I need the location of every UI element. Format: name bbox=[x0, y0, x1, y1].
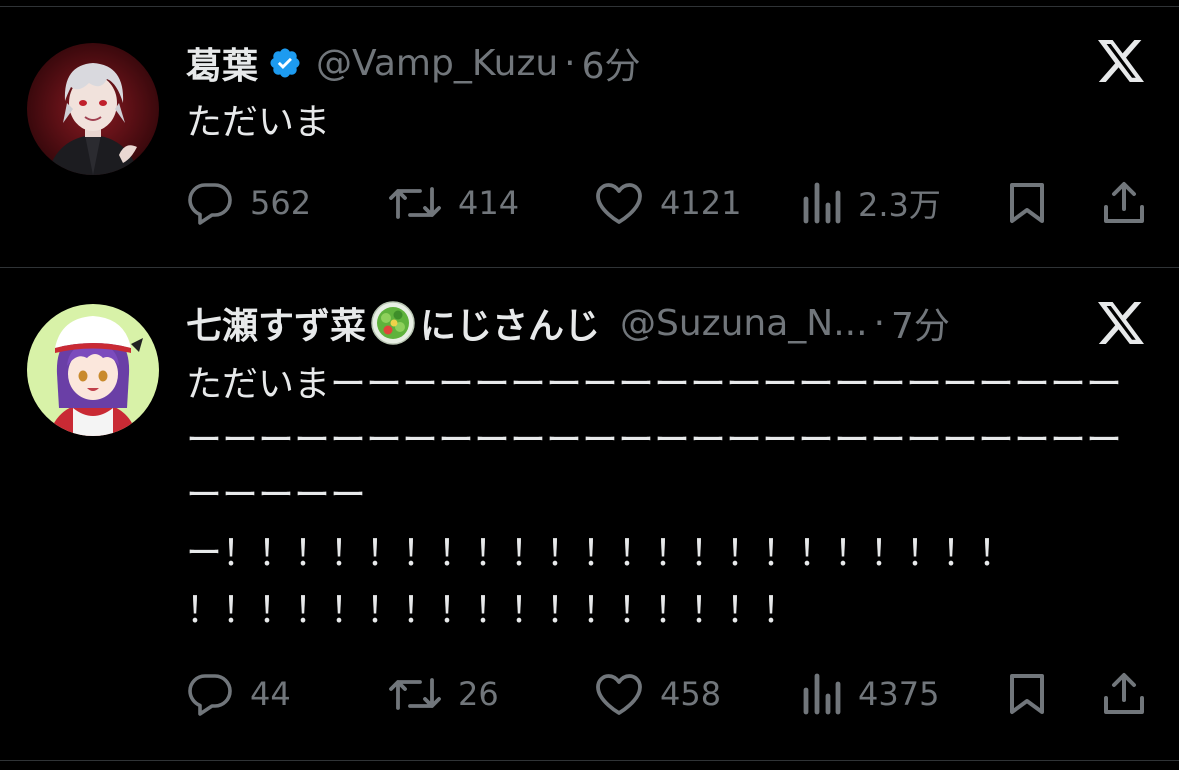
timestamp[interactable]: 7分 bbox=[891, 297, 950, 349]
handle[interactable]: @Suzuna_N... bbox=[620, 303, 868, 344]
action-bar: 562 414 4121 2.3万 bbox=[0, 179, 1179, 227]
share-upload-icon bbox=[1102, 672, 1146, 716]
retweet-count: 26 bbox=[458, 675, 499, 713]
tweet-text-line: ただいまーーーーーーーーーーーーーーーーーーーーーー bbox=[186, 364, 1123, 405]
retweet-button[interactable]: 26 bbox=[388, 670, 499, 718]
salad-bowl-icon bbox=[370, 300, 416, 346]
like-count: 4121 bbox=[660, 184, 742, 222]
reply-count: 562 bbox=[250, 184, 312, 222]
views-count: 2.3万 bbox=[858, 186, 941, 224]
tweet-text-line: ！！！！！！！！！！！！！！！！！ bbox=[186, 590, 799, 631]
avatar-suzuna[interactable] bbox=[27, 304, 159, 436]
display-name[interactable]: 葛葉 bbox=[186, 37, 258, 89]
reply-button[interactable]: 44 bbox=[186, 670, 291, 718]
tweet-text-line: ーーーーー bbox=[186, 475, 367, 516]
views-button[interactable]: 2.3万 bbox=[802, 179, 941, 227]
like-button[interactable]: 458 bbox=[594, 670, 721, 718]
verified-badge-icon bbox=[268, 46, 302, 80]
tweet-suzuna[interactable]: 七瀬すず菜 にじさんじ @Suzuna_N... · 7分 ただいまーーーーーー… bbox=[0, 268, 1179, 758]
share-button[interactable] bbox=[1102, 179, 1146, 227]
x-logo-icon bbox=[1098, 302, 1146, 348]
reply-bubble-icon bbox=[186, 672, 234, 716]
x-logo-icon bbox=[1098, 40, 1146, 86]
timestamp[interactable]: 6分 bbox=[582, 37, 641, 89]
retweet-button[interactable]: 414 bbox=[388, 179, 519, 227]
separator-dot: · bbox=[564, 42, 576, 84]
retweet-icon bbox=[388, 672, 442, 716]
tweet-text: ただいま bbox=[186, 102, 331, 143]
display-name[interactable]: 七瀬すず菜 bbox=[186, 297, 366, 349]
separator-dot: · bbox=[873, 302, 886, 344]
tweet-text-line: ー！！！！！！！！！！！！！！！！！！！！！！ bbox=[186, 533, 1015, 574]
tweet-header: 葛葉 @Vamp_Kuzu · 6分 bbox=[186, 38, 641, 88]
handle[interactable]: @Vamp_Kuzu bbox=[316, 43, 558, 84]
heart-icon bbox=[594, 672, 644, 716]
bookmark-icon bbox=[1008, 181, 1046, 225]
heart-icon bbox=[594, 181, 644, 225]
share-upload-icon bbox=[1102, 181, 1146, 225]
avatar-kuzuha[interactable] bbox=[27, 43, 159, 175]
bookmark-button[interactable] bbox=[1008, 179, 1046, 227]
reply-count: 44 bbox=[250, 675, 291, 713]
bar-chart-icon bbox=[802, 672, 842, 716]
share-button[interactable] bbox=[1102, 670, 1146, 718]
retweet-icon bbox=[388, 181, 442, 225]
views-count: 4375 bbox=[858, 675, 940, 713]
bar-chart-icon bbox=[802, 181, 842, 225]
bookmark-button[interactable] bbox=[1008, 670, 1046, 718]
bottom-divider bbox=[0, 760, 1179, 761]
like-button[interactable]: 4121 bbox=[594, 179, 741, 227]
reply-bubble-icon bbox=[186, 181, 234, 225]
tweet-header: 七瀬すず菜 にじさんじ @Suzuna_N... · 7分 bbox=[186, 298, 950, 348]
display-name-suffix[interactable]: にじさんじ bbox=[420, 297, 600, 349]
action-bar: 44 26 458 4375 bbox=[0, 670, 1179, 718]
like-count: 458 bbox=[660, 675, 722, 713]
tweet-kuzuha[interactable]: 葛葉 @Vamp_Kuzu · 6分 ただいま 562 414 4121 2.3… bbox=[0, 0, 1179, 268]
retweet-count: 414 bbox=[458, 184, 520, 222]
reply-button[interactable]: 562 bbox=[186, 179, 311, 227]
bookmark-icon bbox=[1008, 672, 1046, 716]
views-button[interactable]: 4375 bbox=[802, 670, 939, 718]
tweet-text-line: ーーーーーーーーーーーーーーーーーーーーーーーーーー bbox=[186, 420, 1123, 461]
